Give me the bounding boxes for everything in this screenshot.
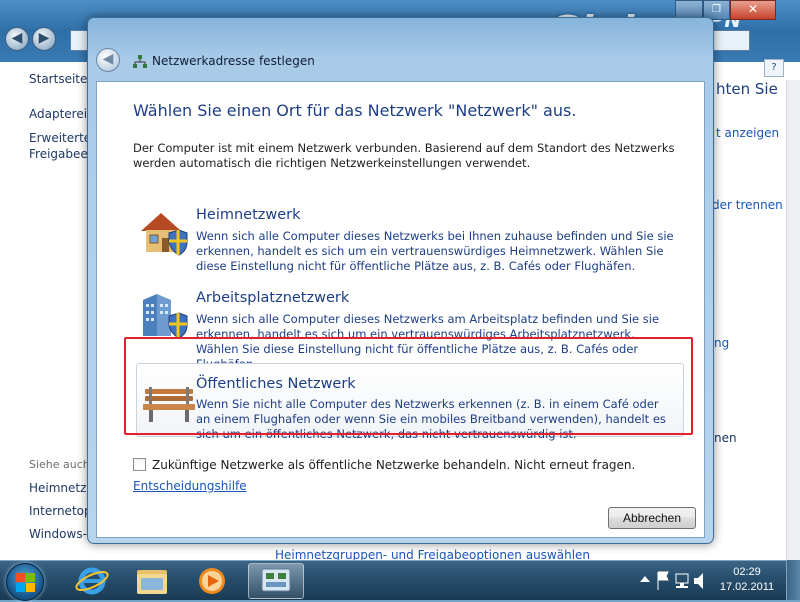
bg-title-fragment: hten Sie <box>716 80 778 98</box>
taskbar-network-center[interactable] <box>248 563 304 599</box>
option-work-title: Arbeitsplatznetzwerk <box>196 290 350 306</box>
network-icon <box>133 55 147 68</box>
network-location-dialog: ◀ Netzwerkadresse festlegen Wählen Sie e… <box>87 17 714 544</box>
left-navigation: Startseite d Adaptereins Erweiterte Frei… <box>0 62 101 560</box>
see-also-heading: Siehe auch <box>29 458 90 471</box>
clock-date: 17.02.2011 <box>719 581 775 593</box>
nav-link-advanced[interactable]: Erweiterte <box>29 131 91 145</box>
bg-link-disconnect[interactable]: der trennen <box>712 198 783 212</box>
network-status-icon <box>675 573 689 588</box>
windows-logo-icon <box>16 573 25 582</box>
selection-highlight-frame <box>124 337 693 435</box>
dialog-title: Netzwerkadresse festlegen <box>152 54 315 68</box>
public-default-checkbox-row[interactable]: Zukünftige Netzwerke als öffentliche Net… <box>133 458 635 472</box>
show-hidden-icons-icon <box>640 576 650 582</box>
dialog-content: Wählen Sie einen Ort für das Netzwerk "N… <box>96 81 705 538</box>
decision-help-link[interactable]: Entscheidungshilfe <box>133 479 247 493</box>
office-building-shield-icon <box>143 294 188 339</box>
bg-link-show[interactable]: t anzeigen <box>716 126 779 140</box>
taskbar-internet-explorer[interactable] <box>64 563 120 599</box>
bg-link-fragment[interactable]: ng <box>714 336 729 350</box>
forward-button[interactable]: ▶ <box>32 27 56 51</box>
checkbox-label: Zukünftige Netzwerke als öffentliche Net… <box>152 458 636 472</box>
taskbar-explorer[interactable] <box>124 563 180 599</box>
folder-icon <box>137 570 167 594</box>
volume-icon <box>694 573 703 589</box>
public-default-checkbox[interactable] <box>133 458 146 471</box>
clock-time: 02:29 <box>733 566 761 578</box>
start-button[interactable] <box>6 563 44 601</box>
house-shield-icon <box>141 213 188 256</box>
back-button[interactable]: ◀ <box>5 27 29 51</box>
media-player-icon <box>199 568 225 594</box>
action-center-flag-icon <box>657 571 669 590</box>
dialog-back-button[interactable]: ◀ <box>96 48 120 72</box>
option-home-title: Heimnetzwerk <box>196 207 301 223</box>
internet-explorer-icon <box>75 567 109 595</box>
dialog-heading: Wählen Sie einen Ort für das Netzwerk "N… <box>133 101 577 120</box>
nav-link-firewall[interactable]: Windows-F <box>29 527 94 541</box>
option-home-description: Wenn sich alle Computer dieses Netzwerks… <box>196 229 674 273</box>
cancel-button[interactable]: Abbrechen <box>608 507 696 529</box>
help-icon[interactable]: ? <box>764 59 784 77</box>
scrollbar[interactable] <box>786 80 800 560</box>
show-desktop-button[interactable] <box>786 560 800 600</box>
bg-text-fragment: nen <box>714 431 737 445</box>
dialog-intro: Der Computer ist mit einem Netzwerk verb… <box>133 141 675 170</box>
taskbar-media-player[interactable] <box>184 563 240 599</box>
network-center-icon <box>261 568 291 592</box>
taskbar-clock[interactable]: 02:29 17.02.2011 <box>714 565 780 595</box>
option-home-network[interactable]: Heimnetzwerk Wenn sich alle Computer die… <box>127 207 683 281</box>
close-button[interactable]: ✕ <box>730 0 776 20</box>
